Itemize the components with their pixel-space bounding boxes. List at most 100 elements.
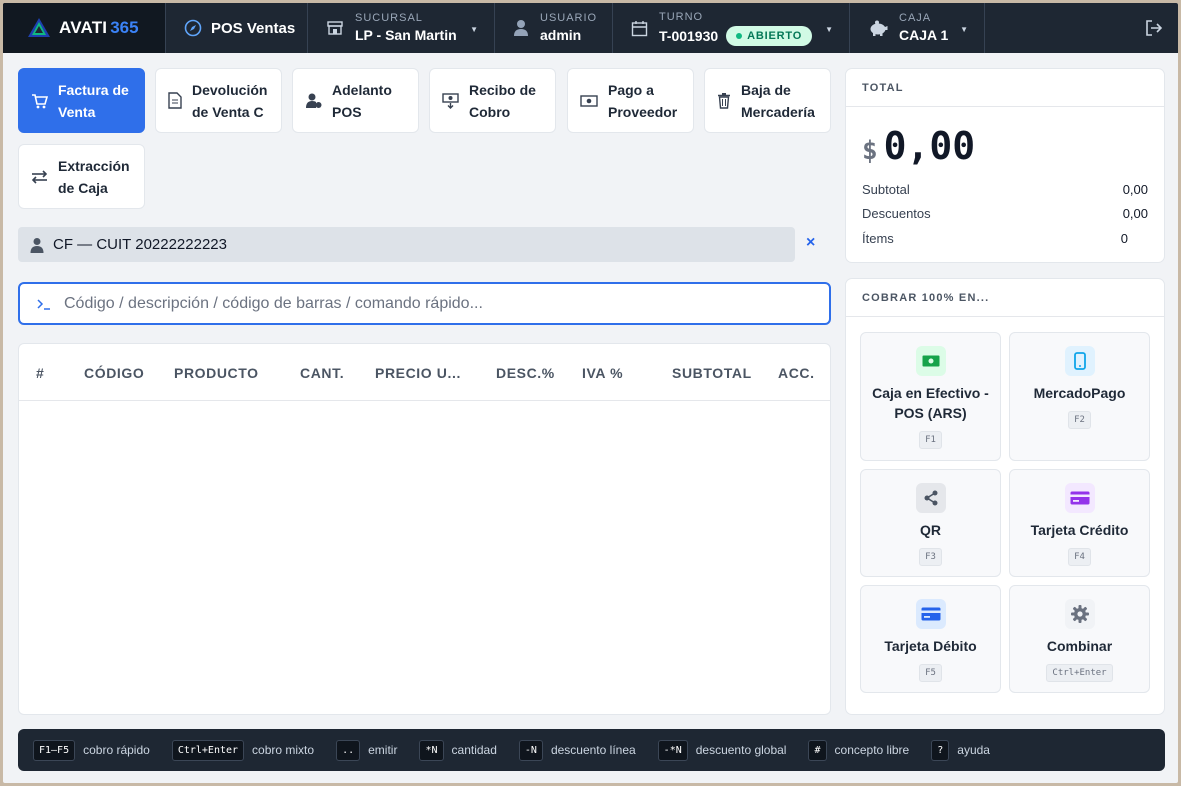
sucursal-value: LP - San Martin bbox=[355, 26, 457, 43]
column-header[interactable]: DESC.% bbox=[496, 365, 555, 381]
action-label: Baja de Mercadería bbox=[741, 81, 815, 120]
sucursal-label: SUCURSAL bbox=[355, 11, 423, 24]
client-selector[interactable]: CF — CUIT 20222222223 bbox=[18, 227, 795, 262]
sucursal-selector[interactable]: SUCURSAL LP - San Martin ▼ bbox=[308, 3, 495, 53]
total-panel: TOTAL $ 0,00 Subtotal 0,00 Descuentos 0,00… bbox=[845, 68, 1165, 263]
user-icon bbox=[514, 20, 528, 36]
hint-item: .. emitir bbox=[336, 739, 398, 761]
descuentos-row: Descuentos 0,00 bbox=[862, 206, 1148, 221]
hint-key: # bbox=[808, 739, 827, 761]
action-label: Recibo de Cobro bbox=[469, 81, 536, 120]
pay-mercadopago-button[interactable]: MercadoPago F2 bbox=[1009, 332, 1150, 461]
column-header[interactable]: # bbox=[36, 365, 44, 381]
hint-desc: emitir bbox=[368, 743, 398, 757]
subtotal-label: Subtotal bbox=[862, 182, 910, 197]
column-header[interactable]: ACC. bbox=[778, 365, 815, 381]
money-bill-icon bbox=[580, 94, 598, 107]
hint-item: # concepto libre bbox=[808, 739, 909, 761]
client-text: CF — CUIT 20222222223 bbox=[53, 236, 227, 253]
app-window: AVATI 365 POS Ventas SUCURSAL LP - San Mar… bbox=[3, 3, 1178, 783]
action-extraccion-caja[interactable]: Extracción de Caja bbox=[18, 144, 145, 209]
cash-icon bbox=[915, 346, 946, 376]
cart-icon bbox=[32, 93, 48, 108]
brand-logo[interactable]: AVATI 365 bbox=[3, 3, 166, 53]
hint-desc: descuento global bbox=[695, 743, 787, 757]
shortcut-key: F5 bbox=[919, 664, 942, 682]
transfer-arrows-icon bbox=[31, 169, 48, 184]
usuario-selector[interactable]: USUARIO admin bbox=[495, 3, 613, 53]
payment-method-label: Combinar bbox=[1046, 638, 1113, 654]
column-header[interactable]: SUBTOTAL bbox=[672, 365, 752, 381]
payment-method-label: Tarjeta Débito bbox=[884, 638, 977, 654]
status-badge-label: ABIERTO bbox=[747, 29, 803, 42]
action-recibo-cobro[interactable]: Recibo de Cobro bbox=[429, 68, 556, 133]
caja-label: CAJA bbox=[899, 11, 932, 24]
hint-item: -N descuento línea bbox=[518, 739, 636, 761]
payment-method-label: Tarjeta Crédito bbox=[1030, 522, 1129, 538]
mobile-icon bbox=[1064, 346, 1095, 376]
brand-name: AVATI bbox=[59, 18, 108, 37]
turno-selector[interactable]: TURNO T-001930 ABIERTO ▼ bbox=[613, 3, 850, 53]
pay-credit-card-button[interactable]: Tarjeta Crédito F4 bbox=[1009, 469, 1150, 577]
subtotal-row: Subtotal 0,00 bbox=[862, 182, 1148, 197]
user-money-icon bbox=[306, 93, 322, 108]
chevron-down-icon: ▼ bbox=[960, 25, 968, 34]
pay-qr-button[interactable]: QR F3 bbox=[860, 469, 1001, 577]
caja-value: CAJA 1 bbox=[899, 26, 949, 43]
action-factura-venta[interactable]: Factura de Venta bbox=[18, 68, 145, 133]
hint-key: .. bbox=[336, 739, 361, 761]
items-table: # CÓDIGO PRODUCTO CANT. PRECIO U... DESC… bbox=[18, 343, 831, 715]
action-pago-proveedor[interactable]: Pago a Proveedor bbox=[567, 68, 694, 133]
action-adelanto-pos[interactable]: Adelanto POS bbox=[292, 68, 419, 133]
items-label: Ítems bbox=[862, 231, 894, 246]
column-header[interactable]: IVA % bbox=[582, 365, 623, 381]
turno-value: T-001930 bbox=[659, 27, 719, 44]
caja-selector[interactable]: CAJA CAJA 1 ▼ bbox=[850, 3, 985, 53]
status-badge: ABIERTO bbox=[726, 25, 813, 46]
total-amount: $ 0,00 bbox=[862, 124, 975, 168]
credit-card-icon bbox=[1064, 483, 1095, 513]
pay-cash-button[interactable]: Caja en Efectivo - POS (ARS) F1 bbox=[860, 332, 1001, 461]
hint-desc: descuento línea bbox=[550, 743, 636, 757]
logout-icon bbox=[1146, 20, 1163, 36]
payment-panel: COBRAR 100% EN... Caja en Efectivo - POS… bbox=[845, 278, 1165, 715]
debit-card-icon bbox=[915, 599, 946, 629]
hint-desc: ayuda bbox=[957, 743, 990, 757]
product-search[interactable] bbox=[18, 282, 831, 325]
shortcut-key: F2 bbox=[1068, 411, 1091, 429]
action-label: Pago a Proveedor bbox=[608, 81, 678, 120]
column-header[interactable]: PRECIO U... bbox=[375, 365, 461, 381]
search-input[interactable] bbox=[64, 294, 784, 313]
gear-icon bbox=[1064, 599, 1095, 629]
pay-debit-card-button[interactable]: Tarjeta Débito F5 bbox=[860, 585, 1001, 693]
module-label: POS Ventas bbox=[211, 19, 296, 37]
hint-item: *N cantidad bbox=[419, 739, 497, 761]
payment-method-label: QR bbox=[920, 522, 941, 538]
chevron-down-icon: ▼ bbox=[825, 25, 833, 34]
subtotal-value: 0,00 bbox=[1122, 182, 1148, 197]
action-label: Extracción de Caja bbox=[58, 157, 130, 196]
clear-client-button[interactable]: × bbox=[806, 234, 815, 252]
column-header[interactable]: CÓDIGO bbox=[84, 365, 144, 381]
hint-item: F1–F5 cobro rápido bbox=[33, 739, 150, 761]
pay-combine-button[interactable]: Combinar Ctrl+Enter bbox=[1009, 585, 1150, 693]
action-label: Devolución de Venta C bbox=[192, 81, 268, 120]
hint-desc: cobro rápido bbox=[83, 743, 150, 757]
action-devolucion-venta[interactable]: Devolución de Venta C bbox=[155, 68, 282, 133]
brand-suffix: 365 bbox=[110, 18, 139, 37]
column-header[interactable]: CANT. bbox=[300, 365, 344, 381]
module-title[interactable]: POS Ventas bbox=[166, 3, 308, 53]
column-header[interactable]: PRODUCTO bbox=[174, 365, 259, 381]
shortcut-key: Ctrl+Enter bbox=[1046, 664, 1113, 682]
hint-item: -*N descuento global bbox=[657, 739, 787, 761]
logout-button[interactable] bbox=[1144, 18, 1164, 43]
table-header: # CÓDIGO PRODUCTO CANT. PRECIO U... DESC… bbox=[19, 344, 830, 401]
hint-item: ? ayuda bbox=[931, 739, 990, 761]
share-icon bbox=[915, 483, 946, 513]
chevron-down-icon: ▼ bbox=[470, 25, 478, 34]
action-baja-mercaderia[interactable]: Baja de Mercadería bbox=[704, 68, 831, 133]
store-icon bbox=[327, 21, 343, 35]
total-header: TOTAL bbox=[846, 69, 1164, 107]
currency-symbol: $ bbox=[862, 136, 878, 166]
receipt-money-icon bbox=[442, 93, 459, 109]
